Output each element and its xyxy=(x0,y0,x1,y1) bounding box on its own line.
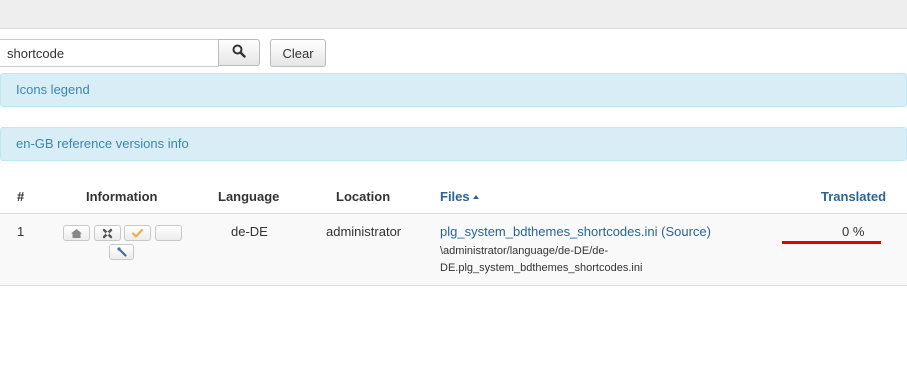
files-header-label[interactable]: Files xyxy=(440,189,470,204)
sort-ascending-icon xyxy=(472,195,479,199)
annotation-underline xyxy=(782,241,881,244)
column-header-language: Language xyxy=(218,189,280,204)
blank-button[interactable] xyxy=(155,225,182,241)
edit-button[interactable] xyxy=(109,244,134,260)
check-icon xyxy=(132,228,143,238)
clear-button[interactable]: Clear xyxy=(270,39,326,67)
column-header-information: Information xyxy=(86,189,158,204)
column-header-location: Location xyxy=(336,189,391,204)
home-button[interactable] xyxy=(63,225,90,241)
checked-button[interactable] xyxy=(124,225,151,241)
source-link[interactable]: (Source) xyxy=(661,224,711,239)
file-link[interactable]: plg_system_bdthemes_shortcodes.ini xyxy=(440,224,658,239)
file-path: \administrator/language/de-DE/de- DE.plg… xyxy=(440,243,643,277)
icons-legend-panel[interactable]: Icons legend xyxy=(0,73,907,107)
search-button[interactable] xyxy=(218,39,260,66)
column-header-number: # xyxy=(17,189,25,204)
row-number: 1 xyxy=(17,224,25,239)
joomla-button[interactable] xyxy=(94,225,121,241)
column-header-files[interactable]: Files xyxy=(440,189,479,204)
file-path-line-2: DE.plg_system_bdthemes_shortcodes.ini xyxy=(440,262,643,274)
wrench-icon xyxy=(116,247,127,257)
row-translated: 0 % xyxy=(842,224,865,239)
joomla-icon xyxy=(102,228,113,239)
row-file: plg_system_bdthemes_shortcodes.ini (Sour… xyxy=(440,224,711,239)
top-bar xyxy=(0,0,907,29)
reference-versions-panel[interactable]: en-GB reference versions info xyxy=(0,127,907,161)
file-path-line-1: \administrator/language/de-DE/de- xyxy=(440,245,609,257)
search-input[interactable] xyxy=(0,39,219,67)
column-header-translated[interactable]: Translated xyxy=(821,189,886,204)
search-icon xyxy=(232,44,246,61)
row-language: de-DE xyxy=(231,224,268,239)
home-icon xyxy=(71,228,82,238)
row-location: administrator xyxy=(326,224,402,239)
